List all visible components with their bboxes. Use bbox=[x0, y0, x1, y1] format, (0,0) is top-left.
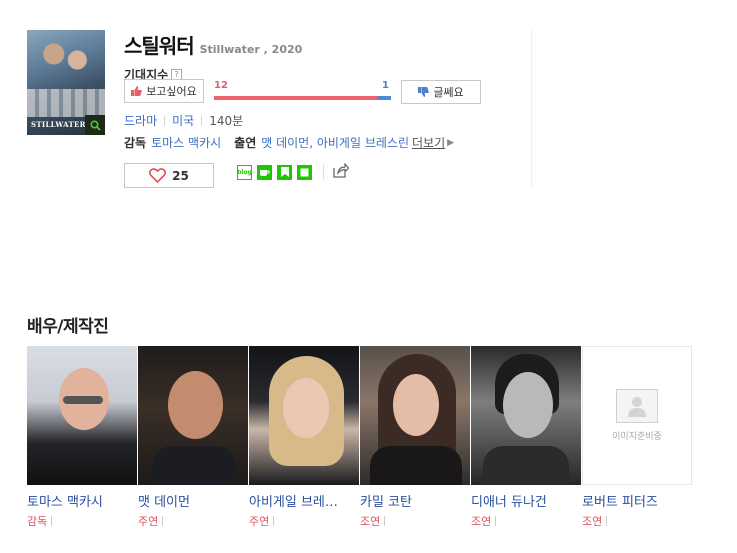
want-to-see-button[interactable]: 보고싶어요 bbox=[124, 79, 204, 103]
cast-role: 주연 bbox=[249, 513, 360, 529]
genre-link[interactable]: 드라마 bbox=[124, 112, 157, 129]
cup-icon bbox=[260, 169, 270, 176]
divider bbox=[323, 164, 324, 180]
movie-poster[interactable]: STILLWATER bbox=[27, 30, 105, 135]
thumbs-down-icon bbox=[418, 87, 430, 97]
cast-photo[interactable] bbox=[360, 346, 470, 485]
thumbs-up-icon bbox=[131, 86, 142, 96]
magnifier-icon bbox=[89, 119, 101, 131]
cast-role: 감독 bbox=[27, 513, 138, 529]
cast-role: 조연 bbox=[360, 513, 471, 529]
not-sure-label: 글쎄요 bbox=[433, 86, 464, 99]
cast-section-title: 배우/제작진 bbox=[27, 317, 109, 337]
movie-meta: 드라마 미국 140분 bbox=[124, 112, 243, 129]
movie-title: 스틸워터 bbox=[124, 34, 195, 58]
cast-photo[interactable] bbox=[138, 346, 248, 485]
blog-icon[interactable]: blog bbox=[237, 164, 252, 180]
gauge-bar bbox=[214, 96, 391, 100]
cast-member[interactable]: 토마스 맥카시 감독 bbox=[27, 346, 138, 529]
cast-member[interactable]: 맷 데이먼 주연 bbox=[138, 346, 249, 529]
cast-photo[interactable] bbox=[471, 346, 581, 485]
bookmark-icon[interactable] bbox=[277, 164, 292, 180]
vertical-divider bbox=[531, 30, 532, 188]
memo-icon[interactable] bbox=[297, 164, 312, 180]
cast-name[interactable]: 카밀 코탄 bbox=[360, 491, 466, 510]
zoom-button[interactable] bbox=[85, 115, 105, 135]
cast-role: 주연 bbox=[138, 513, 249, 529]
cast-name[interactable]: 토마스 맥카시 bbox=[27, 491, 133, 510]
cast-name[interactable]: 아비게일 브레… bbox=[249, 491, 355, 510]
cast-name[interactable]: 로버트 피터즈 bbox=[582, 491, 688, 510]
cast-links[interactable]: 맷 데이먼, 아비게일 브레스린 bbox=[261, 134, 409, 151]
movie-summary: STILLWATER 스틸워터 Stillwater , 2020 기대지수 ?… bbox=[0, 0, 737, 200]
share-icon[interactable] bbox=[333, 162, 350, 181]
divider bbox=[201, 115, 203, 126]
director-link[interactable]: 토마스 맥카시 bbox=[151, 134, 221, 151]
cast-member[interactable]: 카밀 코탄 조연 bbox=[360, 346, 471, 529]
heart-icon bbox=[149, 168, 167, 183]
divider bbox=[164, 115, 166, 126]
country-link[interactable]: 미국 bbox=[172, 112, 194, 129]
poster-caption: STILLWATER bbox=[31, 120, 86, 129]
want-count: 12 bbox=[214, 80, 228, 91]
more-link[interactable]: 더보기 bbox=[412, 134, 445, 151]
memo-shape bbox=[300, 168, 309, 176]
cast-role: 조연 bbox=[582, 513, 693, 529]
gauge-fill bbox=[214, 96, 377, 100]
bookmark-shape bbox=[280, 167, 289, 177]
runtime: 140분 bbox=[209, 114, 244, 128]
like-count: 25 bbox=[172, 168, 189, 183]
no-image-icon bbox=[616, 389, 658, 423]
director-key: 감독 bbox=[124, 136, 147, 150]
title-row: 스틸워터 Stillwater , 2020 bbox=[124, 30, 302, 59]
meh-count: 1 bbox=[382, 80, 389, 91]
cast-key: 출연 bbox=[234, 136, 257, 150]
cast-name[interactable]: 디애너 듀나건 bbox=[471, 491, 577, 510]
cast-list: 토마스 맥카시 감독 맷 데이먼 주연 아비게일 브레… 주연 카밀 코탄 조연 bbox=[27, 346, 693, 529]
poster-artwork bbox=[37, 38, 93, 78]
share-bar: blog bbox=[237, 162, 350, 181]
cast-role: 조연 bbox=[471, 513, 582, 529]
cast-photo[interactable] bbox=[27, 346, 137, 485]
like-button[interactable]: 25 bbox=[124, 163, 214, 188]
cast-member[interactable]: 이미지준비중 로버트 피터즈 조연 bbox=[582, 346, 693, 529]
blog-icon-text: blog bbox=[237, 168, 252, 176]
credits-row: 감독 토마스 맥카시 출연 맷 데이먼, 아비게일 브레스린 더보기 ▶ bbox=[124, 134, 454, 151]
expectation-gauge: 12 1 bbox=[214, 80, 391, 102]
cast-name[interactable]: 맷 데이먼 bbox=[138, 491, 244, 510]
want-to-see-label: 보고싶어요 bbox=[146, 85, 197, 98]
cafe-icon[interactable] bbox=[257, 164, 272, 180]
cast-member[interactable]: 디애너 듀나건 조연 bbox=[471, 346, 582, 529]
chevron-right-icon: ▶ bbox=[447, 137, 455, 148]
not-sure-button[interactable]: 글쎄요 bbox=[401, 80, 481, 104]
no-image-text: 이미지준비중 bbox=[612, 432, 662, 442]
poster-background bbox=[27, 89, 105, 117]
movie-original-title: Stillwater , 2020 bbox=[199, 43, 303, 56]
cast-member[interactable]: 아비게일 브레… 주연 bbox=[249, 346, 360, 529]
cast-photo-placeholder[interactable]: 이미지준비중 bbox=[582, 346, 692, 485]
cast-photo[interactable] bbox=[249, 346, 359, 485]
